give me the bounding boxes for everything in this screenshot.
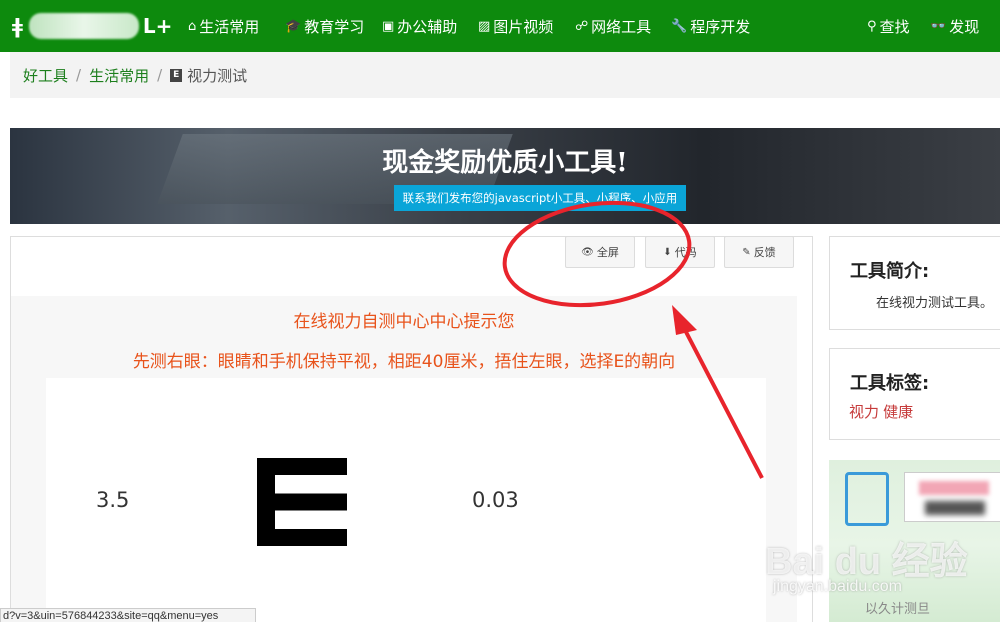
tumbling-e-symbol[interactable] bbox=[257, 458, 347, 546]
breadcrumb-category[interactable]: 生活常用 bbox=[89, 65, 149, 86]
nav-item-label: 办公辅助 bbox=[397, 17, 458, 36]
tool-tags-title: 工具标签: bbox=[850, 373, 930, 394]
top-navbar: ǂ L+ ⌂ 生活常用 🎓 教育学习 ▣ 办公辅助 ▨ 图片视频 ☍ 网络工具 … bbox=[0, 0, 1000, 52]
briefcase-icon: ▣ bbox=[382, 18, 395, 34]
tag-link[interactable]: 视力 bbox=[849, 403, 879, 421]
nav-item-education[interactable]: 🎓 教育学习 bbox=[285, 0, 364, 52]
code-button[interactable]: ⬇ 代码 bbox=[645, 236, 715, 268]
tool-intro-text: 在线视力测试工具。 bbox=[876, 296, 994, 311]
ad-bottom-text: 以久计测旦 bbox=[865, 601, 931, 616]
breadcrumb-separator: / bbox=[76, 66, 82, 84]
banner-contact-button[interactable]: 联系我们发布您的javascript小工具、小程序、小应用 bbox=[394, 185, 686, 211]
code-label: 代码 bbox=[674, 246, 697, 259]
feedback-button[interactable]: ✎ 反馈 bbox=[724, 236, 794, 268]
banner-title: 现金奖励优质小工具! bbox=[382, 148, 628, 178]
nav-item-label: 图片视频 bbox=[493, 17, 554, 36]
feedback-label: 反馈 bbox=[753, 246, 776, 259]
nav-item-dev[interactable]: 🔧 程序开发 bbox=[671, 0, 750, 52]
tool-intro-card: 工具简介: 在线视力测试工具。 bbox=[829, 236, 1000, 330]
logo-mark: ǂ bbox=[12, 14, 23, 38]
search-icon: ⚲ bbox=[867, 18, 877, 34]
eye-chart-area bbox=[46, 378, 766, 622]
ad-note-card bbox=[904, 472, 1000, 522]
clipboard-icon bbox=[845, 472, 889, 526]
fullscreen-label: 全屏 bbox=[596, 246, 619, 259]
baidu-watermark: Bai du 经验 bbox=[765, 541, 968, 583]
fullscreen-button[interactable]: 👁 全屏 bbox=[565, 236, 635, 268]
nav-item-label: 教育学习 bbox=[304, 17, 365, 36]
nav-search[interactable]: ⚲ 查找 bbox=[867, 0, 910, 52]
browser-status-bar: d?v=3&uin=576844233&site=qq&menu=yes bbox=[0, 608, 256, 622]
glasses-icon: 👓 bbox=[930, 18, 947, 34]
nav-item-media[interactable]: ▨ 图片视频 bbox=[478, 0, 553, 52]
test-header: 在线视力自测中心中心提示您 bbox=[293, 312, 515, 332]
site-logo[interactable]: ǂ L+ bbox=[12, 12, 172, 40]
eye-icon: 👁 bbox=[581, 246, 594, 258]
wrench-icon: 🔧 bbox=[671, 18, 688, 34]
edit-icon: ✎ bbox=[742, 246, 751, 258]
logo-plus: L+ bbox=[142, 14, 173, 38]
acuity-value-right: 0.03 bbox=[472, 488, 519, 512]
home-icon: ⌂ bbox=[188, 18, 197, 34]
tool-tags-list: 视力 健康 bbox=[849, 401, 913, 422]
tool-tags-card: 工具标签: 视力 健康 bbox=[829, 348, 1000, 440]
tag-link[interactable]: 健康 bbox=[883, 403, 913, 421]
breadcrumb-current-label: 视力测试 bbox=[187, 66, 248, 85]
promo-banner[interactable]: 现金奖励优质小工具! 联系我们发布您的javascript小工具、小程序、小应用 bbox=[10, 128, 1000, 224]
network-icon: ☍ bbox=[575, 18, 589, 34]
tool-intro-title: 工具简介: bbox=[850, 261, 930, 282]
nav-item-office[interactable]: ▣ 办公辅助 bbox=[382, 0, 457, 52]
breadcrumb-separator: / bbox=[157, 66, 163, 84]
nav-item-network[interactable]: ☍ 网络工具 bbox=[575, 0, 651, 52]
nav-item-label: 程序开发 bbox=[690, 17, 751, 36]
baidu-watermark-url: jingyan.baidu.com bbox=[773, 578, 902, 595]
breadcrumb: 好工具 / 生活常用 / E 视力测试 bbox=[10, 52, 1000, 98]
image-icon: ▨ bbox=[478, 18, 491, 34]
graduation-cap-icon: 🎓 bbox=[285, 18, 302, 34]
nav-item-life[interactable]: ⌂ 生活常用 bbox=[188, 0, 259, 52]
breadcrumb-current: E 视力测试 bbox=[170, 65, 247, 86]
download-icon: ⬇ bbox=[663, 246, 672, 258]
nav-search-label: 查找 bbox=[879, 17, 910, 36]
logo-blurred-name bbox=[28, 13, 139, 39]
eye-chart-icon: E bbox=[170, 68, 183, 82]
breadcrumb-home[interactable]: 好工具 bbox=[23, 65, 68, 86]
nav-item-label: 网络工具 bbox=[591, 17, 652, 36]
nav-item-label: 生活常用 bbox=[199, 17, 260, 36]
nav-discover[interactable]: 👓 发现 bbox=[930, 0, 979, 52]
acuity-value-left: 3.5 bbox=[96, 488, 130, 512]
test-instruction: 先测右眼：眼睛和手机保持平视，相距40厘米，捂住左眼，选择E的朝向 bbox=[132, 352, 676, 372]
nav-discover-label: 发现 bbox=[949, 17, 980, 36]
e-glyph-icon bbox=[257, 458, 347, 546]
